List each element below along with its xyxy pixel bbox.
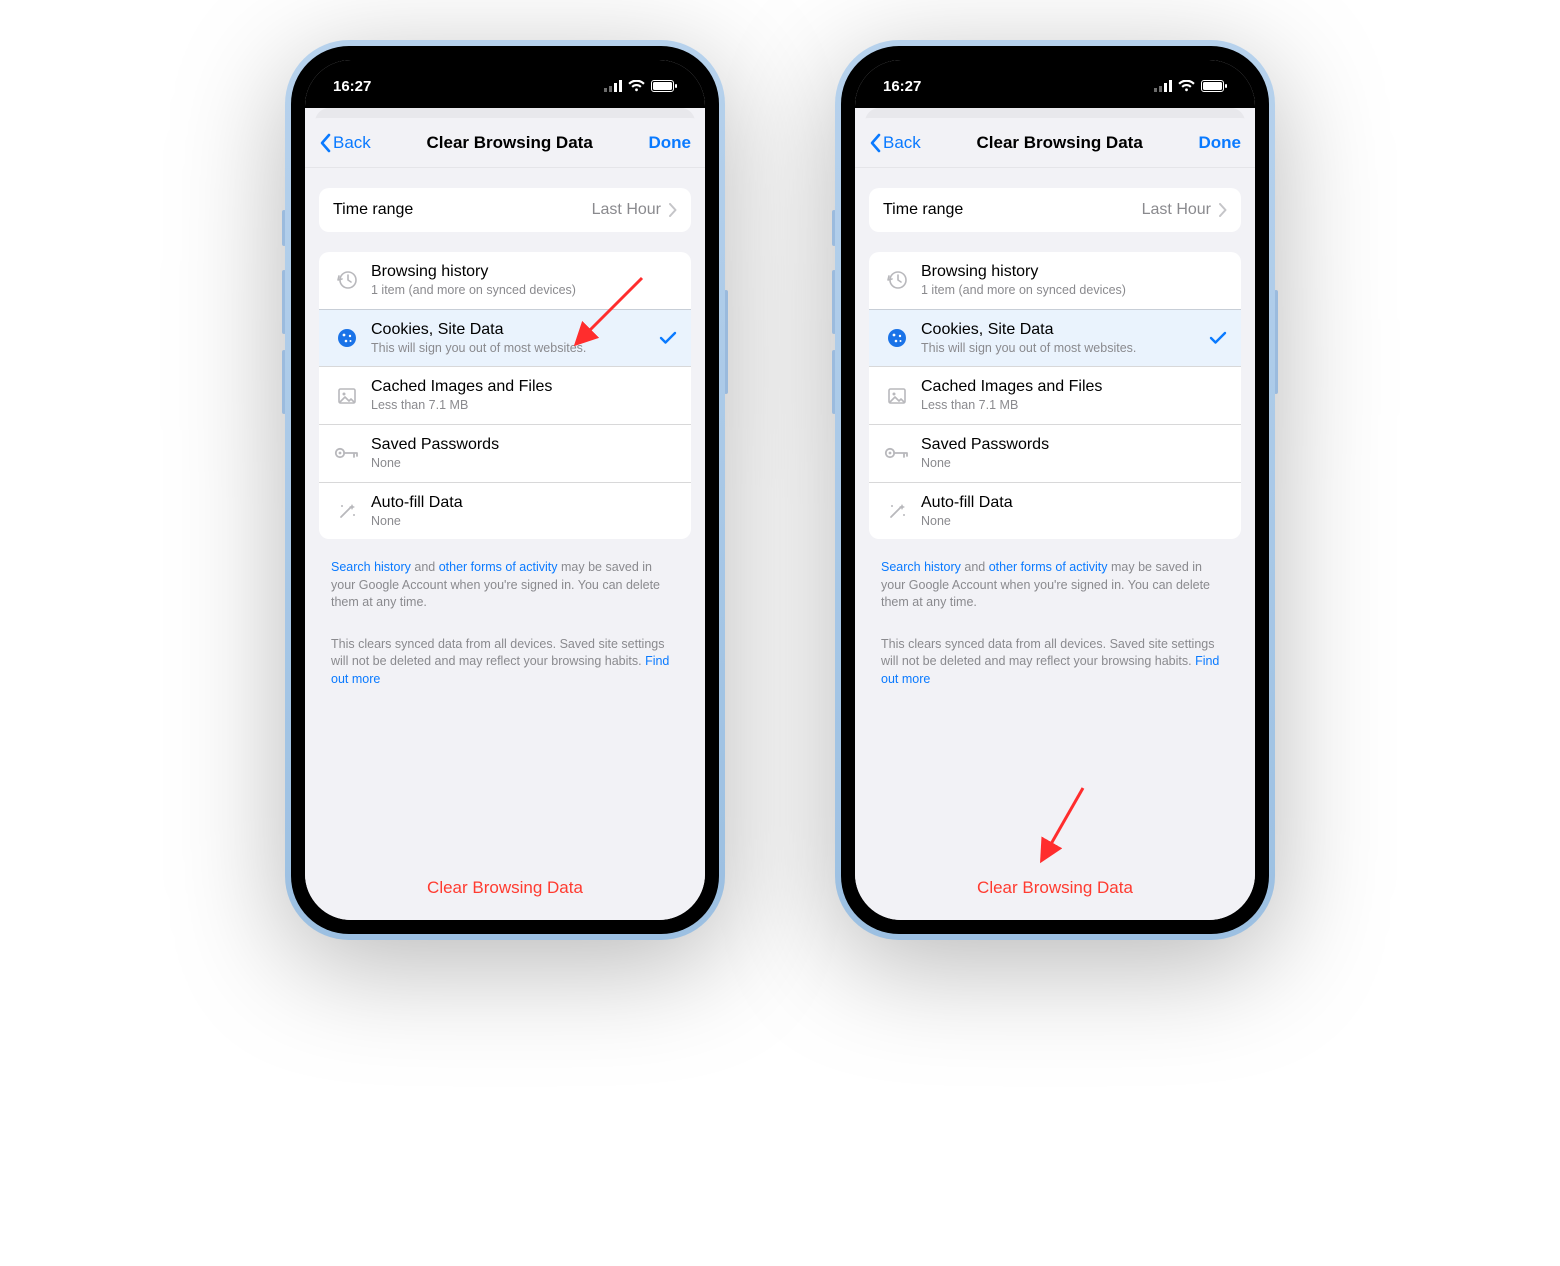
link-search-history[interactable]: Search history xyxy=(331,560,411,574)
footer-note-1: Search history and other forms of activi… xyxy=(331,559,679,612)
back-label: Back xyxy=(883,133,921,153)
item-cookies[interactable]: Cookies, Site Data This will sign you ou… xyxy=(869,309,1241,367)
footer-note-2: This clears synced data from all devices… xyxy=(331,636,679,689)
battery-icon xyxy=(1201,80,1227,92)
item-cookies[interactable]: Cookies, Site Data This will sign you ou… xyxy=(319,309,691,367)
item-subtitle: This will sign you out of most websites. xyxy=(921,341,1201,357)
history-icon xyxy=(336,269,358,291)
image-icon xyxy=(336,385,358,407)
time-range-value: Last Hour xyxy=(1142,201,1211,219)
item-browsing-history[interactable]: Browsing history 1 item (and more on syn… xyxy=(869,252,1241,309)
item-subtitle: None xyxy=(371,456,677,472)
cellular-icon xyxy=(604,80,622,92)
item-autofill[interactable]: Auto-fill Data None xyxy=(869,482,1241,540)
chevron-left-icon xyxy=(319,133,331,153)
back-label: Back xyxy=(333,133,371,153)
key-icon xyxy=(334,444,360,462)
time-range-value: Last Hour xyxy=(592,201,661,219)
item-subtitle: 1 item (and more on synced devices) xyxy=(921,283,1227,299)
item-title: Auto-fill Data xyxy=(371,493,677,513)
footer-note-2: This clears synced data from all devices… xyxy=(881,636,1229,689)
data-types-group: Browsing history 1 item (and more on syn… xyxy=(869,252,1241,539)
item-subtitle: This will sign you out of most websites. xyxy=(371,341,651,357)
cellular-icon xyxy=(1154,80,1172,92)
wifi-icon xyxy=(1178,80,1195,92)
item-browsing-history[interactable]: Browsing history 1 item (and more on syn… xyxy=(319,252,691,309)
phone-mock-right: 16:27 Back Clear Browsing Data Done xyxy=(835,40,1275,940)
wand-icon xyxy=(886,500,908,522)
link-search-history[interactable]: Search history xyxy=(881,560,961,574)
battery-icon xyxy=(651,80,677,92)
back-button[interactable]: Back xyxy=(319,133,371,153)
item-title: Auto-fill Data xyxy=(921,493,1227,513)
done-button[interactable]: Done xyxy=(1199,133,1242,153)
cookie-icon xyxy=(336,327,358,349)
check-icon xyxy=(659,331,677,345)
notch xyxy=(420,60,590,90)
clear-data-button[interactable]: Clear Browsing Data xyxy=(427,878,583,898)
page-title: Clear Browsing Data xyxy=(427,133,593,153)
status-time: 16:27 xyxy=(333,78,371,95)
phone-mock-left: 16:27 Back Clear Browsing Data Done xyxy=(285,40,725,940)
data-types-group: Browsing history 1 item (and more on syn… xyxy=(319,252,691,539)
done-button[interactable]: Done xyxy=(649,133,692,153)
time-range-label: Time range xyxy=(333,200,584,220)
item-cached[interactable]: Cached Images and Files Less than 7.1 MB xyxy=(319,366,691,424)
time-range-group: Time range Last Hour xyxy=(869,188,1241,232)
item-cached[interactable]: Cached Images and Files Less than 7.1 MB xyxy=(869,366,1241,424)
item-subtitle: None xyxy=(921,456,1227,472)
item-title: Cookies, Site Data xyxy=(921,320,1201,340)
item-title: Cached Images and Files xyxy=(921,377,1227,397)
time-range-label: Time range xyxy=(883,200,1134,220)
item-title: Cached Images and Files xyxy=(371,377,677,397)
key-icon xyxy=(884,444,910,462)
item-passwords[interactable]: Saved Passwords None xyxy=(319,424,691,482)
item-passwords[interactable]: Saved Passwords None xyxy=(869,424,1241,482)
item-autofill[interactable]: Auto-fill Data None xyxy=(319,482,691,540)
item-title: Saved Passwords xyxy=(371,435,677,455)
nav-bar: Back Clear Browsing Data Done xyxy=(855,118,1255,168)
footer-note-1: Search history and other forms of activi… xyxy=(881,559,1229,612)
image-icon xyxy=(886,385,908,407)
chevron-right-icon xyxy=(669,203,677,217)
time-range-row[interactable]: Time range Last Hour xyxy=(319,188,691,232)
item-title: Browsing history xyxy=(921,262,1227,282)
chevron-right-icon xyxy=(1219,203,1227,217)
item-subtitle: 1 item (and more on synced devices) xyxy=(371,283,677,299)
time-range-group: Time range Last Hour xyxy=(319,188,691,232)
link-other-activity[interactable]: other forms of activity xyxy=(989,560,1108,574)
item-subtitle: None xyxy=(921,514,1227,530)
chevron-left-icon xyxy=(869,133,881,153)
notch xyxy=(970,60,1140,90)
back-button[interactable]: Back xyxy=(869,133,921,153)
check-icon xyxy=(1209,331,1227,345)
clear-data-button[interactable]: Clear Browsing Data xyxy=(977,878,1133,898)
item-subtitle: Less than 7.1 MB xyxy=(371,398,677,414)
item-title: Saved Passwords xyxy=(921,435,1227,455)
page-title: Clear Browsing Data xyxy=(977,133,1143,153)
history-icon xyxy=(886,269,908,291)
item-title: Browsing history xyxy=(371,262,677,282)
item-subtitle: None xyxy=(371,514,677,530)
nav-bar: Back Clear Browsing Data Done xyxy=(305,118,705,168)
item-title: Cookies, Site Data xyxy=(371,320,651,340)
cookie-icon xyxy=(886,327,908,349)
time-range-row[interactable]: Time range Last Hour xyxy=(869,188,1241,232)
link-other-activity[interactable]: other forms of activity xyxy=(439,560,558,574)
wand-icon xyxy=(336,500,358,522)
status-time: 16:27 xyxy=(883,78,921,95)
wifi-icon xyxy=(628,80,645,92)
item-subtitle: Less than 7.1 MB xyxy=(921,398,1227,414)
